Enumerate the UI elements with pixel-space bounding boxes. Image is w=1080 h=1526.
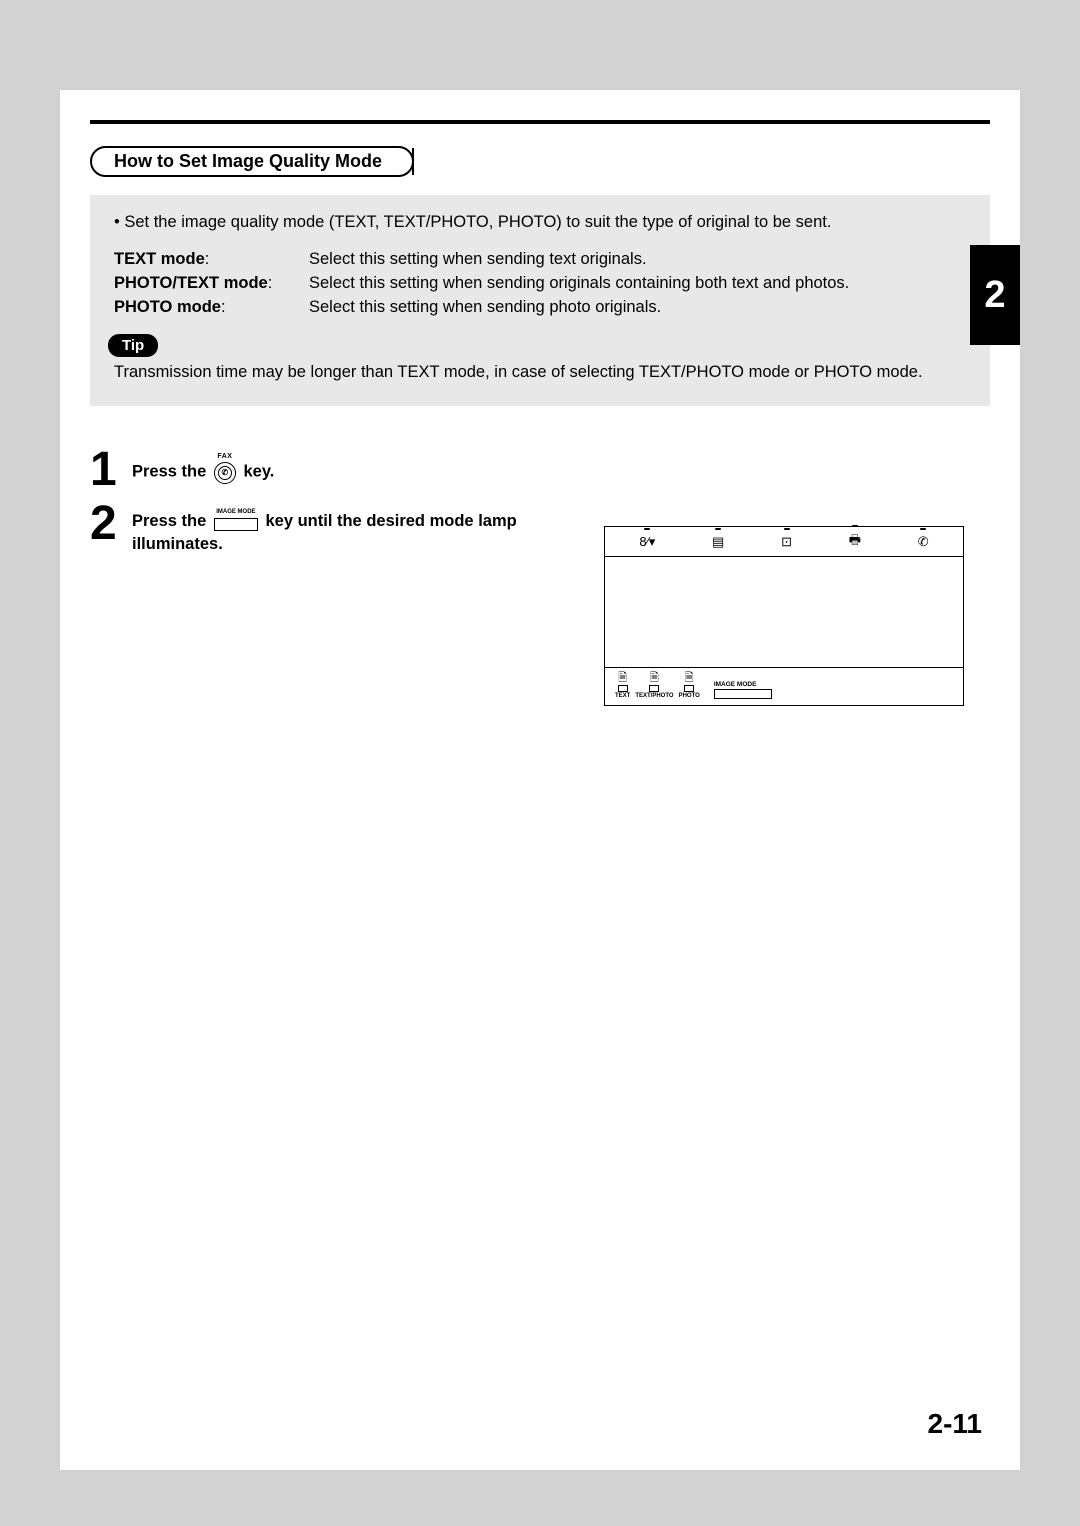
mode-lamp (618, 685, 628, 692)
tip-text: Transmission time may be longer than TEX… (114, 361, 974, 384)
mode-desc: Select this setting when sending text or… (309, 248, 974, 272)
mode-lamps: 🗎 TEXT 🗎 TEXT/PHOTO 🗎 PHOTO (615, 673, 700, 699)
image-mode-key-icon: IMAGE MODE (214, 508, 258, 530)
document-icon: 🗎 (685, 673, 694, 684)
document-icon: 🗎 (650, 673, 659, 684)
printer-icon: 🖶 (849, 531, 861, 553)
mode-term: PHOTO/TEXT mode (114, 272, 309, 296)
chapter-tab: 2 (970, 245, 1020, 345)
panel-image-mode-button: IMAGE MODE (714, 681, 772, 699)
panel-status-icons: 8⁄▾ ▤ ⊡ 🖶 ✆ (605, 527, 963, 557)
mode-term: PHOTO mode (114, 296, 309, 320)
mode-label: PHOTO (679, 693, 700, 699)
panel-image-mode-label: IMAGE MODE (714, 681, 757, 688)
toner-icon: 8⁄▾ (639, 534, 655, 550)
tip-badge: Tip (108, 334, 158, 357)
mode-label: TEXT/PHOTO (635, 693, 673, 699)
fax-key-outer-circle: ✆ (214, 462, 236, 484)
panel-lcd-screen (605, 557, 963, 667)
step1-post: key. (243, 462, 274, 480)
intro-bullet: Set the image quality mode (TEXT, TEXT/P… (114, 213, 974, 232)
mode-lamp (684, 685, 694, 692)
fax-key-inner-circle: ✆ (218, 466, 232, 480)
mode-photo: 🗎 PHOTO (679, 673, 700, 699)
mode-label: TEXT (615, 693, 630, 699)
image-mode-key-label: IMAGE MODE (216, 508, 255, 516)
handset-icon: ✆ (918, 534, 929, 550)
paper-icon: ▤ (712, 534, 724, 550)
mode-desc: Select this setting when sending origina… (309, 272, 974, 296)
control-panel-figure: 8⁄▾ ▤ ⊡ 🖶 ✆ 🗎 TEXT 🗎 TEXT/PHOTO 🗎 (604, 526, 964, 706)
panel-image-mode-rect (714, 689, 772, 699)
mode-row: PHOTO/TEXT mode Select this setting when… (114, 272, 974, 296)
panel-mode-row: 🗎 TEXT 🗎 TEXT/PHOTO 🗎 PHOTO IMAGE MODE (605, 667, 963, 705)
mode-definitions: TEXT mode Select this setting when sendi… (114, 248, 974, 320)
step-number: 2 (90, 500, 124, 548)
document-icon: 🗎 (618, 673, 627, 684)
top-rule (90, 120, 990, 124)
fax-key-label: FAX (217, 452, 232, 461)
step-body: Press the FAX ✆ key. (132, 446, 990, 488)
mode-lamp (649, 685, 659, 692)
content-area: How to Set Image Quality Mode Set the im… (60, 90, 1020, 555)
info-box: Set the image quality mode (TEXT, TEXT/P… (90, 195, 990, 406)
image-mode-key-rect (214, 518, 258, 531)
step2-pre: Press the (132, 512, 211, 530)
step1-pre: Press the (132, 462, 211, 480)
step-1: 1 Press the FAX ✆ key. (90, 446, 990, 494)
page-number: 2-11 (928, 1408, 983, 1440)
mode-desc: Select this setting when sending photo o… (309, 296, 974, 320)
mode-textphoto: 🗎 TEXT/PHOTO (635, 673, 673, 699)
section-title: How to Set Image Quality Mode (90, 146, 414, 177)
section-title-wrap: How to Set Image Quality Mode (90, 146, 990, 177)
step-body: Press the IMAGE MODE key until the desir… (132, 500, 532, 555)
mode-row: TEXT mode Select this setting when sendi… (114, 248, 974, 272)
step-number: 1 (90, 446, 124, 494)
mode-row: PHOTO mode Select this setting when send… (114, 296, 974, 320)
page: 2 How to Set Image Quality Mode Set the … (60, 90, 1020, 1470)
mode-text: 🗎 TEXT (615, 673, 630, 699)
jam-icon: ⊡ (781, 534, 792, 550)
mode-term: TEXT mode (114, 248, 309, 272)
fax-key-icon: FAX ✆ (214, 452, 236, 484)
